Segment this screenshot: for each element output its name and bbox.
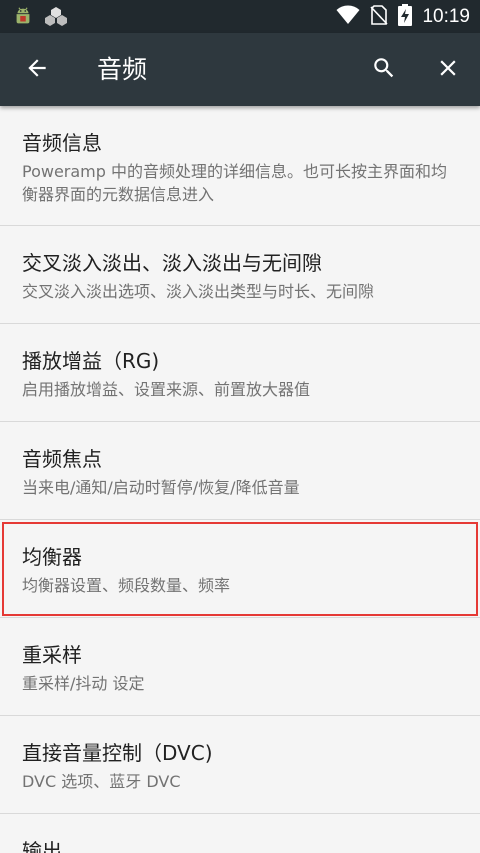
android-icon (12, 5, 34, 31)
setting-title: 音频信息 (22, 131, 102, 155)
setting-equalizer[interactable]: 均衡器 均衡器设置、频段数量、频率 (0, 520, 480, 618)
widget-icon (44, 5, 68, 31)
setting-output[interactable]: 输出 (0, 814, 480, 853)
setting-title: 音频焦点 (22, 447, 102, 471)
setting-summary: 当来电/通知/启动时暂停/恢复/降低音量 (22, 478, 300, 497)
setting-title: 直接音量控制（DVC) (22, 741, 213, 765)
setting-summary: 启用播放增益、设置来源、前置放大器值 (22, 380, 311, 399)
setting-title: 交叉淡入淡出、淡入淡出与无间隙 (22, 251, 322, 275)
settings-list[interactable]: 音频信息 Poweramp 中的音频处理的详细信息。也可长按主界面和均衡器界面的… (0, 106, 480, 853)
setting-audio-info[interactable]: 音频信息 Poweramp 中的音频处理的详细信息。也可长按主界面和均衡器界面的… (0, 106, 480, 226)
setting-title: 输出 (22, 839, 62, 853)
page-title: 音频 (97, 55, 148, 84)
setting-summary: DVC 选项、蓝牙 DVC (22, 772, 181, 791)
setting-title: 均衡器 (22, 545, 82, 569)
setting-summary: 重采样/抖动 设定 (22, 674, 145, 693)
status-bar: 10:19 (0, 0, 480, 33)
setting-audio-focus[interactable]: 音频焦点 当来电/通知/启动时暂停/恢复/降低音量 (0, 422, 480, 520)
search-icon (371, 55, 397, 85)
setting-title: 播放增益（RG) (22, 349, 160, 373)
setting-direct-volume-control[interactable]: 直接音量控制（DVC) DVC 选项、蓝牙 DVC (0, 716, 480, 814)
setting-title: 重采样 (22, 643, 82, 667)
close-button[interactable] (430, 52, 466, 88)
back-button[interactable] (20, 53, 54, 87)
setting-summary: 交叉淡入淡出选项、淡入淡出类型与时长、无间隙 (22, 282, 375, 301)
no-sim-icon (370, 4, 389, 29)
clock: 10:19 (422, 5, 470, 27)
battery-charging-icon (398, 3, 413, 30)
setting-summary: 均衡器设置、频段数量、频率 (22, 576, 231, 595)
setting-replay-gain[interactable]: 播放增益（RG) 启用播放增益、设置来源、前置放大器值 (0, 324, 480, 422)
search-button[interactable] (366, 52, 402, 88)
arrow-back-icon (24, 55, 50, 85)
setting-resampling[interactable]: 重采样 重采样/抖动 设定 (0, 618, 480, 716)
close-icon (435, 55, 461, 85)
setting-crossfade[interactable]: 交叉淡入淡出、淡入淡出与无间隙 交叉淡入淡出选项、淡入淡出类型与时长、无间隙 (0, 226, 480, 324)
wifi-icon (336, 5, 360, 29)
app-bar: 音频 (0, 33, 480, 106)
setting-summary: Poweramp 中的音频处理的详细信息。也可长按主界面和均衡器界面的元数据信息… (22, 162, 448, 204)
